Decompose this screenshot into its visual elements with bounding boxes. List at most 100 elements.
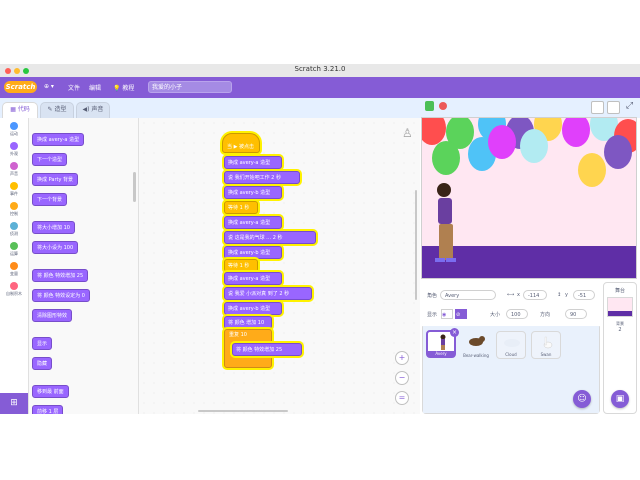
palette-block[interactable]: 换成 avery-a 造型 xyxy=(32,133,85,146)
bear-thumbnail xyxy=(469,336,485,346)
script-block[interactable]: 说 这是我的气球 … 2 秒 xyxy=(224,231,316,244)
sound-dot-icon xyxy=(10,162,18,170)
code-icon: ▦ xyxy=(10,106,18,113)
category-operators[interactable]: 运算 xyxy=(0,242,28,257)
window-titlebar: Scratch 3.21.0 xyxy=(0,64,640,78)
balloon xyxy=(578,153,606,187)
sprite-tile-swan[interactable]: Swan xyxy=(531,331,561,359)
window-title: Scratch 3.21.0 xyxy=(294,65,346,73)
palette-block[interactable]: 下一个背景 xyxy=(32,193,68,206)
category-motion[interactable]: 运动 xyxy=(0,122,28,137)
sprite-tile-name: Bear-walking xyxy=(463,353,489,358)
category-label: 控制 xyxy=(10,211,18,216)
green-flag-icon[interactable] xyxy=(425,101,434,111)
stage-canvas[interactable] xyxy=(421,117,637,279)
script-block[interactable]: 说 我爱 小派对真 到了 2 秒 xyxy=(224,287,312,300)
zoom-out-button[interactable]: − xyxy=(395,371,409,385)
sprite-tile-bear[interactable]: Bear-walking xyxy=(461,331,491,359)
choose-sprite-button[interactable]: ☺ xyxy=(573,390,591,408)
palette-block[interactable]: 将大小设为 100 xyxy=(32,241,79,254)
sprite-name-input[interactable]: Avery xyxy=(440,290,496,300)
category-events[interactable]: 事件 xyxy=(0,182,28,197)
tab-sounds[interactable]: ◀) 声音 xyxy=(76,102,110,118)
delete-sprite-icon[interactable]: × xyxy=(450,328,459,337)
language-menu[interactable]: ⊕ ▾ xyxy=(44,83,54,90)
backdrops-count: 2 xyxy=(618,327,622,333)
tab-code[interactable]: ▦ 代码 xyxy=(2,102,38,118)
project-title-input[interactable]: 我爱的小子 xyxy=(148,81,232,93)
palette-block[interactable]: 移到最 前面 xyxy=(32,385,69,398)
script-block[interactable]: 等待 1 秒 xyxy=(224,259,258,272)
fullscreen-icon[interactable]: ⤢ xyxy=(624,101,635,112)
palette-block[interactable]: 将 颜色 特效增加 25 xyxy=(32,269,89,282)
show-sprite-toggle[interactable]: ◉ xyxy=(441,309,453,319)
avery-thumbnail xyxy=(440,334,446,350)
palette-block[interactable]: 清除图形特效 xyxy=(32,309,73,322)
palette-block[interactable]: 将大小增加 10 xyxy=(32,221,75,234)
stop-sign-icon[interactable] xyxy=(439,102,447,110)
zoom-in-button[interactable]: + xyxy=(395,351,409,365)
script-block[interactable]: 等待 1 秒 xyxy=(224,201,258,214)
edit-menu[interactable]: 编辑 xyxy=(89,83,101,92)
palette-scrollbar[interactable] xyxy=(133,172,136,202)
tab-costumes-label: 造型 xyxy=(54,106,67,113)
stage-thumbnail xyxy=(607,297,633,317)
balloon xyxy=(604,135,632,169)
tutorials-menu[interactable]: 💡 教程 xyxy=(113,83,134,92)
script-block[interactable]: 换成 avery-a 造型 xyxy=(224,156,282,169)
category-label: 运算 xyxy=(10,251,18,256)
category-label: 自制积木 xyxy=(6,291,22,296)
category-sound[interactable]: 声音 xyxy=(0,162,28,177)
y-input[interactable]: -51 xyxy=(573,290,595,300)
palette-block[interactable]: 前移 1 层 xyxy=(32,405,64,414)
palette-block[interactable]: 将 颜色 特效设定为 0 xyxy=(32,289,90,302)
script-block[interactable]: 将 颜色 特效增加 25 xyxy=(232,343,302,356)
sprite-tile-cloud[interactable]: Cloud xyxy=(496,331,526,359)
add-extension-icon: ⊞ xyxy=(10,398,18,408)
category-label: 侦测 xyxy=(10,231,18,236)
x-input[interactable]: -114 xyxy=(523,290,547,300)
zoom-reset-button[interactable]: = xyxy=(395,391,409,405)
sensing-dot-icon xyxy=(10,222,18,230)
hide-sprite-toggle[interactable]: ⊘ xyxy=(455,309,467,319)
sprite-label: 角色 xyxy=(427,293,438,299)
code-horizontal-scrollbar[interactable] xyxy=(198,410,288,412)
scratch-logo[interactable]: Scratch xyxy=(4,81,37,93)
tab-costumes[interactable]: ✎ 造型 xyxy=(40,102,74,118)
large-stage-button[interactable] xyxy=(607,101,620,114)
category-sensing[interactable]: 侦测 xyxy=(0,222,28,237)
category-control[interactable]: 控制 xyxy=(0,202,28,217)
swan-thumbnail xyxy=(543,336,553,349)
script-block[interactable]: 换成 avery-a 造型 xyxy=(224,216,282,229)
script-block[interactable]: 换成 avery-b 造型 xyxy=(224,186,282,199)
script-block[interactable]: 换成 avery-b 造型 xyxy=(224,246,282,259)
sprite-tile-name: Avery xyxy=(428,351,454,356)
palette-block[interactable]: 下一个造型 xyxy=(32,153,68,166)
sprite-tile-name: Swan xyxy=(540,352,552,357)
category-looks[interactable]: 外观 xyxy=(0,142,28,157)
script-block[interactable]: 换成 avery-a 造型 xyxy=(224,272,282,285)
palette-block[interactable]: 换成 Party 背景 xyxy=(32,173,79,186)
script-block[interactable]: 换成 avery-b 造型 xyxy=(224,302,282,315)
balloon xyxy=(520,129,548,163)
file-menu[interactable]: 文件 xyxy=(68,83,80,92)
eye-slash-icon: ⊘ xyxy=(456,312,461,318)
category-my-blocks[interactable]: 自制积木 xyxy=(0,282,28,297)
script-block[interactable]: 将 颜色 增加 10 xyxy=(224,316,272,329)
sprite-silhouette-icon: ♙ xyxy=(402,126,413,140)
choose-backdrop-button[interactable]: ▣ xyxy=(611,390,629,408)
tutorials-icon: 💡 xyxy=(113,85,121,92)
code-vertical-scrollbar[interactable] xyxy=(415,190,417,300)
add-extension-button[interactable]: ⊞ xyxy=(0,393,28,414)
my-blocks-dot-icon xyxy=(10,282,18,290)
size-input[interactable]: 100 xyxy=(506,309,528,319)
small-stage-button[interactable] xyxy=(591,101,604,114)
direction-input[interactable]: 90 xyxy=(565,309,587,319)
stage-thumbnail-floor xyxy=(608,311,632,316)
tutorials-label: 教程 xyxy=(122,85,135,92)
script-hat-block[interactable]: 当 ▶ 被点击 xyxy=(222,133,260,153)
script-block[interactable]: 说 我们开始吧工作 2 秒 xyxy=(224,171,300,184)
palette-block[interactable]: 显示 xyxy=(32,337,53,350)
palette-block[interactable]: 隐藏 xyxy=(32,357,53,370)
category-variables[interactable]: 变量 xyxy=(0,262,28,277)
